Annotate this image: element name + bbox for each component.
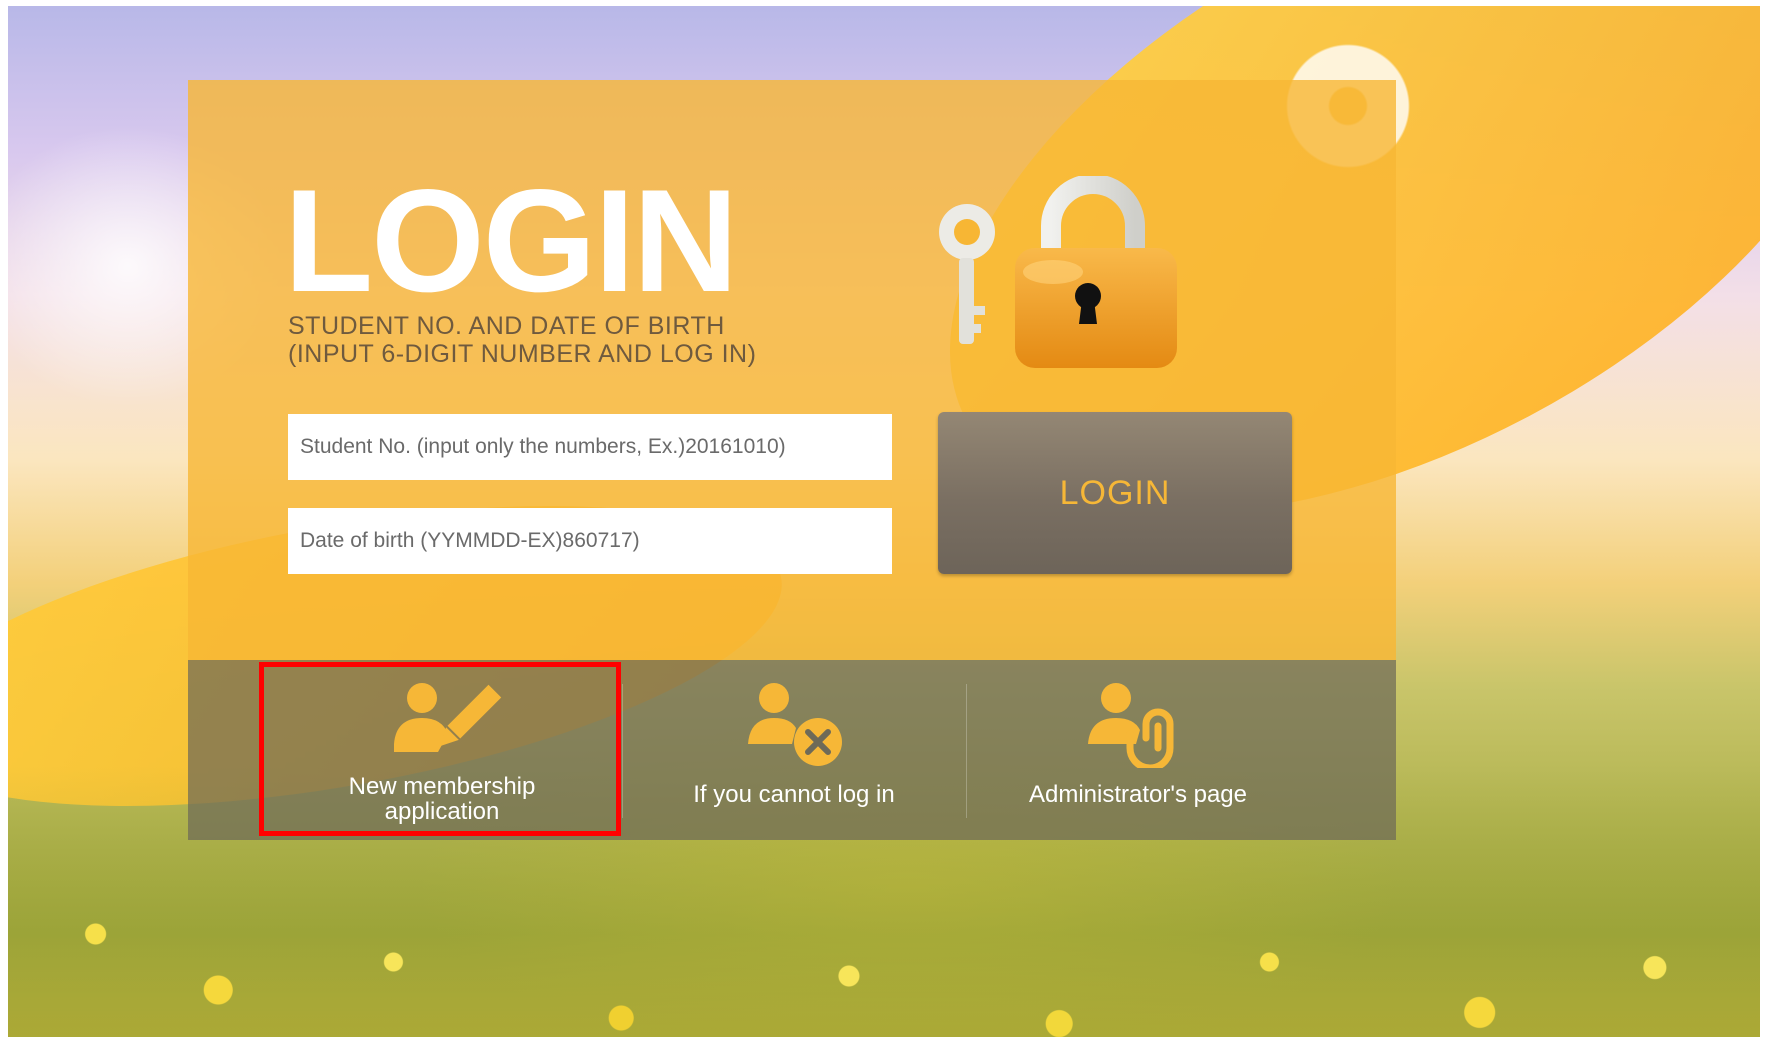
person-paperclip-icon (1088, 683, 1174, 768)
cannot-log-in-button[interactable]: If you cannot log in (622, 660, 966, 840)
login-panel: LOGIN STUDENT NO. AND DATE OF BIRTH (INP… (188, 80, 1396, 660)
student-no-input[interactable] (288, 414, 892, 480)
administrator-page-button[interactable]: Administrator's page (966, 660, 1310, 840)
cannot-log-in-label: If you cannot log in (693, 781, 895, 808)
login-button[interactable]: LOGIN (938, 412, 1292, 574)
key-icon (939, 204, 995, 344)
instructions-line-1: STUDENT NO. AND DATE OF BIRTH (288, 312, 725, 340)
key-and-padlock-icon (939, 176, 1177, 368)
highlight-box (259, 662, 621, 836)
person-x-icon (748, 683, 842, 766)
birth-date-input[interactable] (288, 508, 892, 574)
administrator-page-label: Administrator's page (1028, 781, 1247, 808)
padlock-icon (1015, 176, 1177, 368)
instructions-line-2: (INPUT 6-DIGIT NUMBER AND LOG IN) (288, 340, 757, 368)
login-instructions: STUDENT NO. AND DATE OF BIRTH (INPUT 6-D… (288, 312, 756, 368)
login-heading: LOGIN (284, 159, 738, 322)
